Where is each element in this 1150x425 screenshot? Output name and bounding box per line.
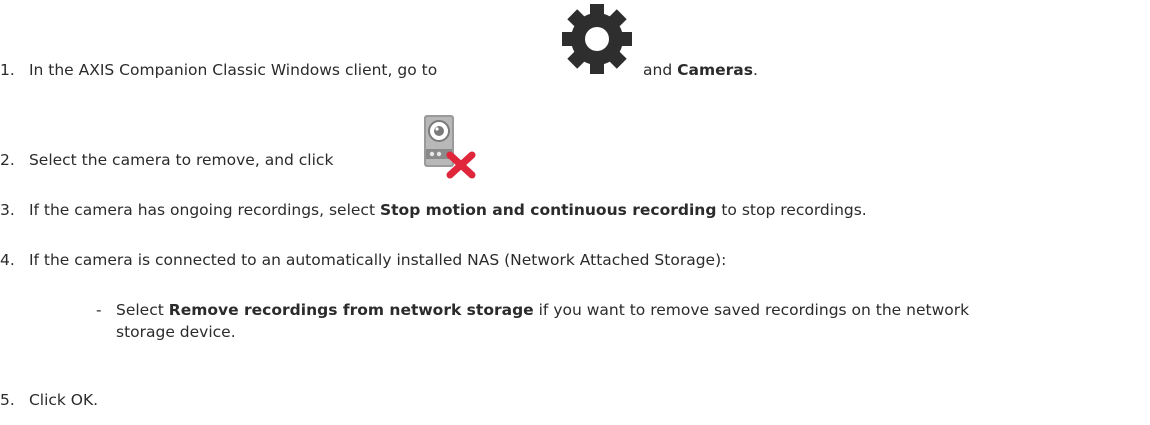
- remove-camera-icon: [424, 115, 476, 179]
- step-number: 4.: [0, 251, 15, 269]
- step-text: Click OK.: [28, 391, 99, 409]
- step-text: In the AXIS Companion Classic Windows cl…: [28, 61, 438, 79]
- sub-bullet-text: Select Remove recordings from network st…: [116, 301, 970, 341]
- step-number: 2.: [0, 151, 15, 169]
- sub-bullet-marker: -: [96, 301, 102, 319]
- step-text-after: to stop recordings.: [721, 201, 867, 219]
- sub-bullet: - Select Remove recordings from network …: [0, 299, 1150, 349]
- step-number: 5.: [0, 391, 15, 409]
- step-number: 1.: [0, 61, 15, 79]
- step-2: 2. Select the camera to remove, and clic…: [0, 150, 333, 170]
- step-number: 3.: [0, 201, 15, 219]
- step-1: 1. In the AXIS Companion Classic Windows…: [0, 60, 437, 80]
- step-5: 5. Click OK.: [0, 390, 98, 410]
- step-text: If the camera has ongoing recordings, se…: [28, 201, 376, 219]
- bold-term: Stop motion and continuous recording: [379, 201, 717, 219]
- step-text: and: [643, 61, 673, 79]
- gear-icon: [562, 4, 632, 74]
- step-text: If the camera is connected to an automat…: [28, 251, 727, 269]
- bold-term: Remove recordings from network storage: [168, 301, 534, 319]
- bold-term: Cameras: [677, 61, 753, 79]
- step-4: 4. If the camera is connected to an auto…: [0, 250, 726, 270]
- step-text: Select the camera to remove, and click: [28, 151, 334, 169]
- step-3: 3. If the camera has ongoing recordings,…: [0, 200, 867, 220]
- step-1-continued: and Cameras.: [643, 61, 758, 79]
